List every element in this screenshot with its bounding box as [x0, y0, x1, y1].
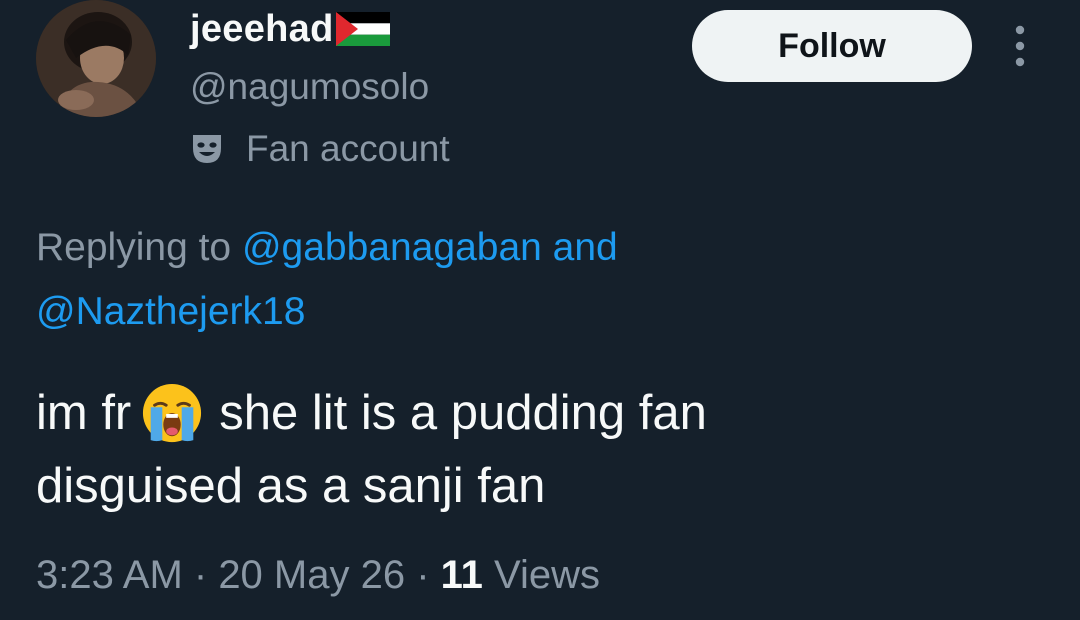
avatar-photo: [36, 0, 156, 117]
tweet-text-line-2: disguised as a sanji fan: [36, 459, 546, 513]
tweet-text-line-1: im fr she lit is a pudding fan: [36, 382, 707, 444]
loudly-crying-face-icon: [143, 383, 202, 443]
mention-link-2[interactable]: @Nazthejerk18: [36, 290, 305, 333]
vertical-ellipsis-icon[interactable]: [1006, 24, 1034, 68]
tweet-text-after-emoji: she lit is a pudding fan: [219, 386, 707, 440]
theater-mask-icon: [193, 135, 221, 163]
views-label[interactable]: Views: [483, 553, 600, 597]
tweet-date[interactable]: 20 May 26: [218, 553, 405, 597]
mention-joiner: and: [541, 226, 618, 269]
display-name-row[interactable]: jeeehad: [190, 4, 390, 54]
replying-to-prefix: Replying to: [36, 226, 242, 269]
user-handle[interactable]: @nagumosolo: [190, 66, 429, 108]
palestine-flag-icon: [335, 12, 390, 46]
replying-to-line: Replying to @gabbanagaban and: [36, 226, 618, 270]
replying-to-line-2: @Nazthejerk18: [36, 290, 305, 334]
meta-separator: ·: [405, 553, 441, 597]
account-label: Fan account: [190, 128, 450, 170]
tweet-meta: 3:23 AM · 20 May 26 · 11 Views: [36, 553, 600, 598]
views-count[interactable]: 11: [441, 553, 483, 597]
tweet-text-before-emoji: im fr: [36, 386, 132, 440]
meta-separator: ·: [182, 553, 219, 597]
display-name[interactable]: jeeehad: [190, 8, 334, 51]
fan-account-label: Fan account: [246, 128, 450, 169]
mention-link-1[interactable]: @gabbanagaban: [242, 226, 542, 269]
avatar[interactable]: [36, 0, 156, 117]
tweet-time[interactable]: 3:23 AM: [36, 553, 183, 597]
follow-button[interactable]: Follow: [692, 10, 972, 82]
